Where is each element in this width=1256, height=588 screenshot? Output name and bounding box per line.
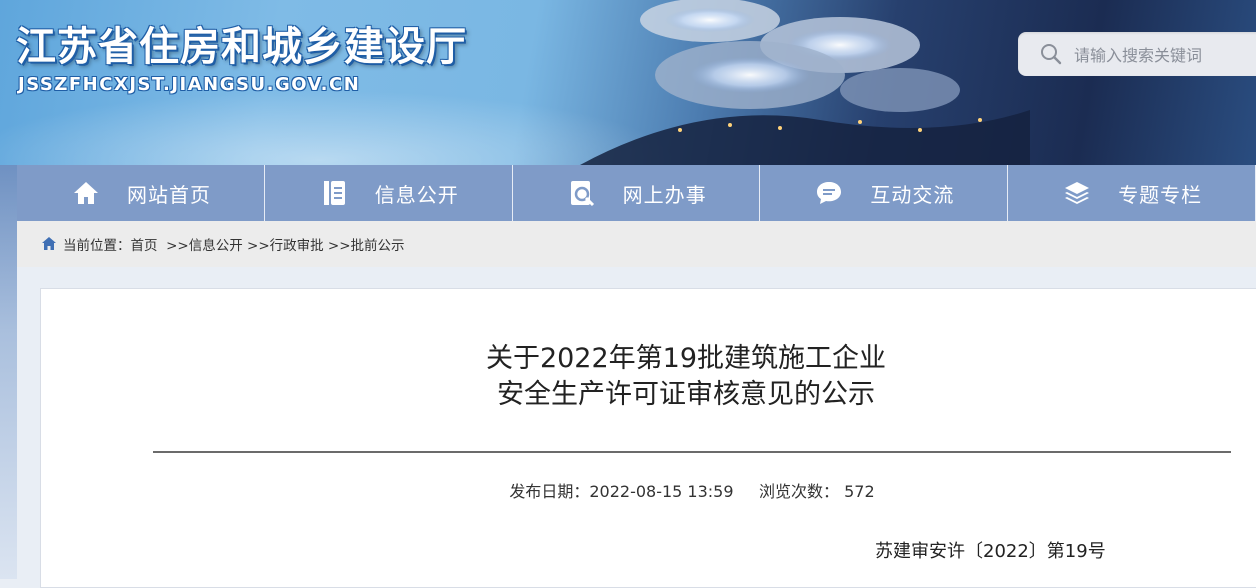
publish-date-label: 发布日期： [509,482,590,501]
stadium-illustration [580,0,1030,165]
document-number: 苏建审安许〔2022〕第19号 [875,541,1106,562]
article-title: 关于2022年第19批建筑施工企业 安全生产许可证审核意见的公示 [41,341,1256,413]
site-domain: JSSZFHCXJST.JIANGSU.GOV.CN [18,74,361,95]
nav-item-online-services[interactable]: 网上办事 [513,165,761,221]
article-title-line-1: 关于2022年第19批建筑施工企业 [485,343,887,374]
site-title: 江苏省住房和城乡建设厅 [16,24,467,70]
publish-date: 2022-08-15 13:59 [589,482,734,501]
header-banner: 江苏省住房和城乡建设厅 JSSZFHCXJST.JIANGSU.GOV.CN [0,0,1256,165]
breadcrumb: 当前位置： 首页 >>信息公开 >>行政审批 >>批前公示 [17,221,1256,267]
nav-item-info-disclosure[interactable]: 信息公开 [265,165,513,221]
home-icon [42,237,56,250]
article-title-line-2: 安全生产许可证审核意见的公示 [497,379,875,410]
title-divider [153,451,1231,453]
breadcrumb-prefix: 当前位置： [63,238,131,254]
view-count: 572 [844,482,875,501]
nav-item-label: 互动交流 [870,182,955,207]
main-nav: 网站首页 信息公开 网上办事 互动交流 专题专栏 [17,165,1256,221]
left-frame-bar [0,165,17,579]
home-icon [71,178,101,208]
document-icon [319,178,349,208]
meta-spacer [734,482,759,501]
nav-item-home[interactable]: 网站首页 [17,165,265,221]
article-panel: 关于2022年第19批建筑施工企业 安全生产许可证审核意见的公示 发布日期：20… [40,288,1256,588]
breadcrumb-link-info-disclosure[interactable]: >>信息公开 [158,234,243,254]
search-box[interactable] [1018,32,1256,76]
search-input[interactable] [1072,40,1256,70]
nav-item-label: 网上办事 [622,182,707,207]
search-icon[interactable] [1040,43,1062,65]
breadcrumb-link-pre-approval-notice[interactable]: >>批前公示 [324,234,405,254]
search-doc-icon [567,178,597,208]
chat-icon [814,178,844,208]
views-label: 浏览次数： [758,482,839,501]
layers-icon [1062,178,1092,208]
nav-item-label: 网站首页 [127,182,211,207]
nav-item-interaction[interactable]: 互动交流 [760,165,1009,221]
breadcrumb-link-home[interactable]: 首页 [131,234,158,254]
article-meta: 发布日期：2022-08-15 13:59 浏览次数： 572 [41,478,1256,502]
nav-item-label: 专题专栏 [1118,182,1203,207]
breadcrumb-link-admin-approval[interactable]: >>行政审批 [243,234,324,254]
nav-item-special-topics[interactable]: 专题专栏 [1008,165,1256,221]
nav-item-label: 信息公开 [374,182,459,207]
